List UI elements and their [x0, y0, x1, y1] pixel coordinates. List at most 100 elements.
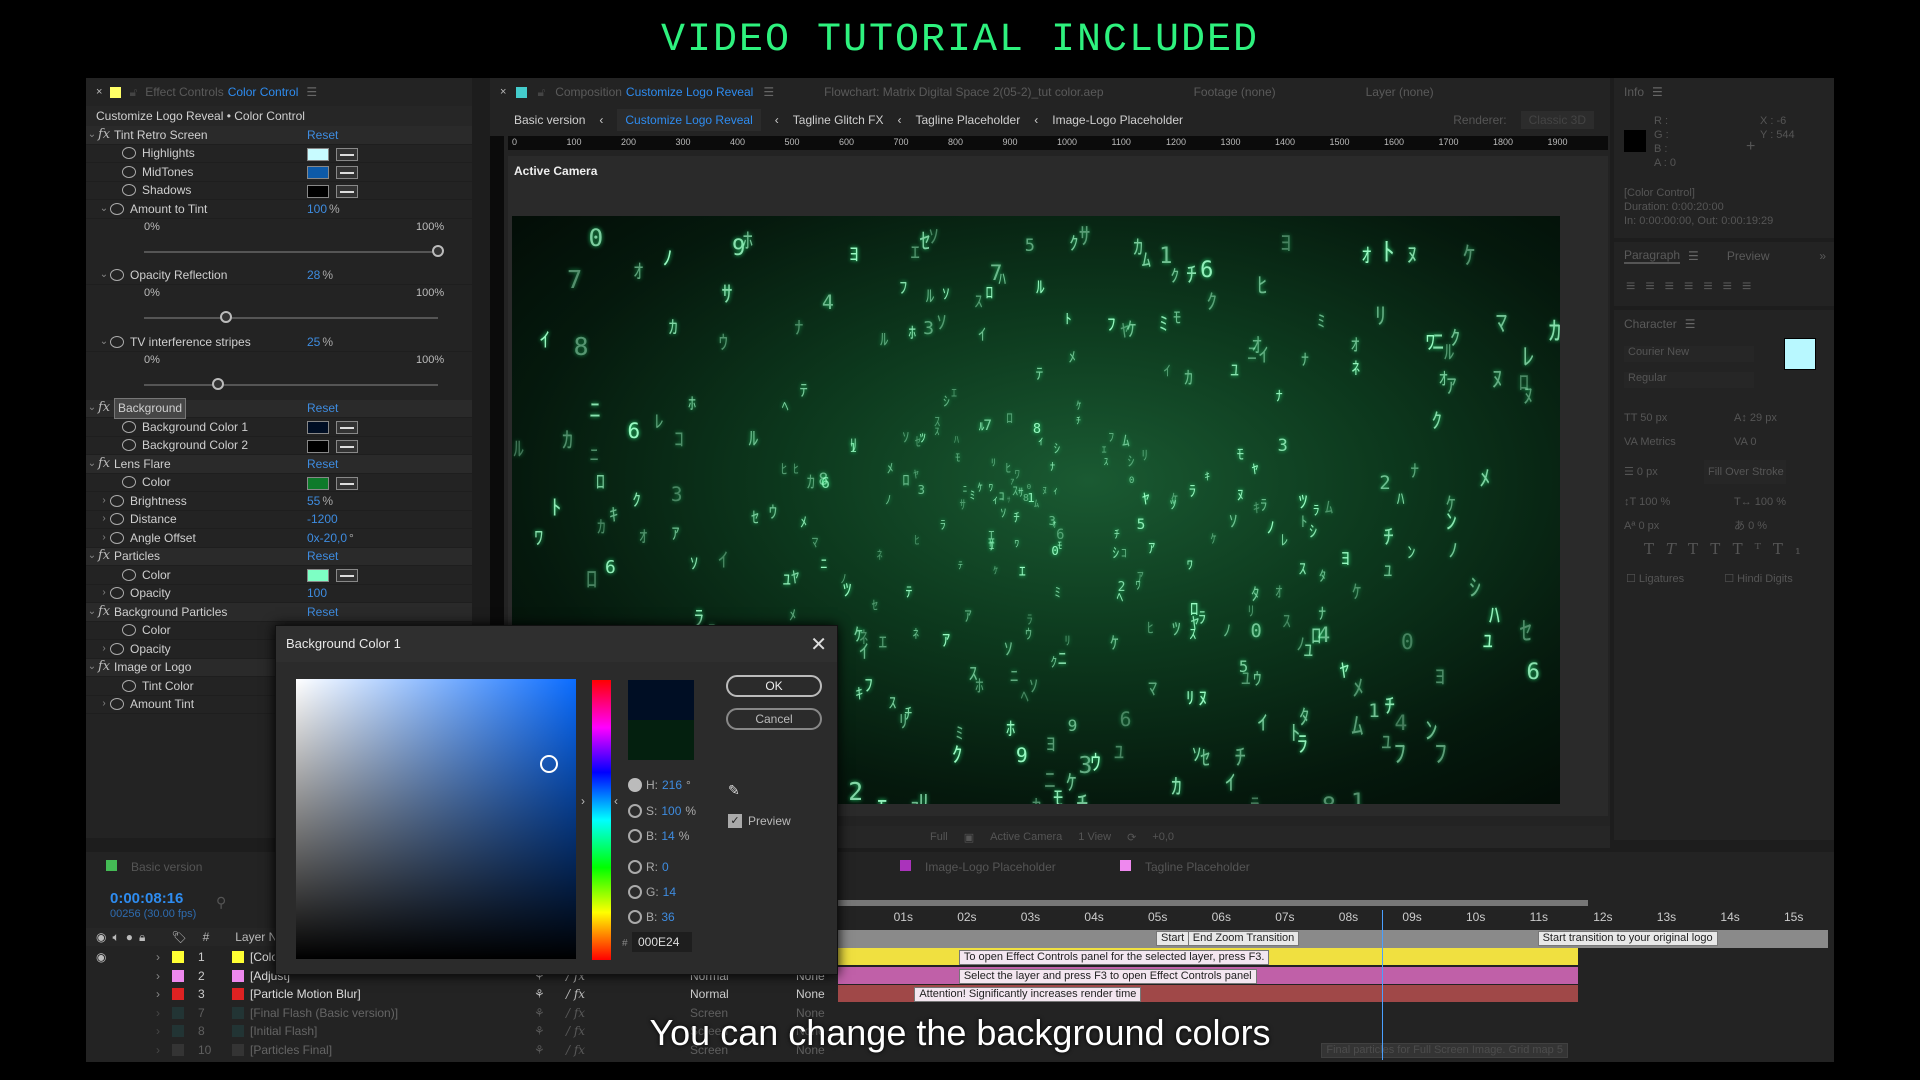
- project-file-tab[interactable]: Flowchart: Matrix Digital Space 2(05-2)_…: [824, 85, 1103, 99]
- close-icon[interactable]: ×: [500, 86, 506, 98]
- current-timecode[interactable]: 0:00:08:16: [110, 890, 183, 907]
- resolution-select[interactable]: Full: [930, 831, 948, 843]
- crumb-image-logo[interactable]: Image-Logo Placeholder: [1052, 113, 1183, 127]
- stopwatch-icon[interactable]: [122, 679, 136, 692]
- stopwatch-icon[interactable]: [122, 476, 136, 489]
- stopwatch-icon[interactable]: [110, 335, 124, 348]
- chevron-right-icon[interactable]: ›: [98, 584, 110, 603]
- comp-marker[interactable]: End Zoom Transition: [1187, 931, 1300, 946]
- font-family-select[interactable]: Courier New: [1624, 346, 1754, 362]
- stopwatch-icon[interactable]: [122, 420, 136, 433]
- fx-icon[interactable]: fx: [98, 658, 114, 677]
- property-value[interactable]: 28%: [307, 266, 333, 285]
- font-size[interactable]: 50 px: [1640, 412, 1667, 424]
- blue-radio[interactable]: [628, 910, 642, 924]
- red-value[interactable]: 0: [662, 860, 669, 874]
- stopwatch-icon[interactable]: [122, 439, 136, 452]
- eyedropper-icon[interactable]: [336, 421, 358, 434]
- stroke-mode-select[interactable]: Fill Over Stroke: [1704, 460, 1786, 484]
- exposure-icon[interactable]: ⟳: [1127, 831, 1136, 844]
- stopwatch-icon[interactable]: [110, 269, 124, 282]
- layer-name[interactable]: [Particle Motion Blur]: [250, 987, 361, 1001]
- property-value[interactable]: 0x-20,0 °: [307, 529, 354, 548]
- chevron-down-icon[interactable]: ⌄: [98, 333, 110, 352]
- lock-icon[interactable]: 🔓︎: [129, 85, 137, 100]
- effect-group[interactable]: ⌄ fx Particles Reset: [86, 547, 472, 566]
- tsume[interactable]: 0 %: [1748, 520, 1767, 532]
- stopwatch-icon[interactable]: [110, 698, 124, 711]
- kerning[interactable]: Metrics: [1640, 436, 1675, 448]
- exposure-value[interactable]: +0,0: [1152, 831, 1174, 843]
- eyedropper-icon[interactable]: [336, 439, 358, 453]
- green-radio[interactable]: [628, 885, 642, 899]
- fx-icon[interactable]: fx: [98, 399, 114, 418]
- hue-value[interactable]: 216: [662, 778, 682, 792]
- stopwatch-icon[interactable]: [122, 147, 136, 160]
- layer-row[interactable]: › 3 [Particle Motion Blur] ⚘ / fx Normal…: [86, 985, 1834, 1003]
- stroke-width[interactable]: 0 px: [1637, 466, 1658, 478]
- effect-group[interactable]: ⌄ fx Background Reset: [86, 398, 472, 419]
- chevron-right-icon[interactable]: ›: [98, 640, 110, 659]
- chevron-down-icon[interactable]: ⌄: [98, 200, 110, 219]
- red-radio[interactable]: [628, 860, 642, 874]
- chevron-down-icon[interactable]: ⌄: [86, 547, 98, 566]
- chevron-right-icon[interactable]: ›: [156, 987, 160, 1001]
- property-value[interactable]: 55%: [307, 492, 333, 511]
- color-swatch[interactable]: [307, 184, 329, 198]
- crumb-tagline-glitch[interactable]: Tagline Glitch FX: [793, 113, 884, 127]
- chevron-right-icon[interactable]: ›: [98, 695, 110, 714]
- property-value[interactable]: -1200: [307, 510, 340, 529]
- eyedropper-icon[interactable]: [336, 569, 358, 582]
- time-ruler[interactable]: 01s 02s 03s 04s 05s 06s 07s 08s 09s 10s 11s 12s 13s 1…: [838, 904, 1828, 928]
- effect-group[interactable]: ⌄ fx Lens Flare Reset: [86, 455, 472, 474]
- fx-icon[interactable]: fx: [98, 603, 114, 622]
- original-color-preview[interactable]: [628, 720, 694, 760]
- slider-track[interactable]: [144, 317, 438, 319]
- eyedropper-icon[interactable]: [336, 184, 358, 198]
- stopwatch-icon[interactable]: [110, 513, 124, 526]
- stopwatch-icon[interactable]: [122, 568, 136, 581]
- eye-icon[interactable]: ◉: [96, 950, 106, 964]
- chevron-right-icon[interactable]: ›: [156, 969, 160, 983]
- fx-icon[interactable]: fx: [98, 126, 114, 145]
- track-matte-select[interactable]: None: [796, 987, 825, 1001]
- hindi-digits-checkbox[interactable]: ☐ Hindi Digits: [1724, 572, 1793, 585]
- fill-color-swatch[interactable]: [1784, 338, 1816, 370]
- green-value[interactable]: 14: [663, 885, 676, 899]
- timeline-comp-tab[interactable]: Image-Logo Placeholder: [900, 860, 1056, 874]
- color-swatch[interactable]: [307, 439, 329, 453]
- panel-menu-icon[interactable]: ☰: [1685, 317, 1696, 331]
- cancel-button[interactable]: Cancel: [726, 708, 822, 730]
- chevron-down-icon[interactable]: ⌄: [98, 266, 110, 285]
- fx-icon[interactable]: fx: [98, 455, 114, 474]
- color-swatch[interactable]: [307, 476, 329, 490]
- region-icon[interactable]: ▣: [964, 831, 974, 844]
- hex-input[interactable]: 000E24: [632, 932, 692, 952]
- footage-tab[interactable]: Footage (none): [1194, 85, 1276, 99]
- work-area-bar[interactable]: [838, 900, 1588, 906]
- stopwatch-icon[interactable]: [122, 184, 136, 197]
- tab-preview[interactable]: Preview: [1727, 249, 1770, 263]
- color-swatch[interactable]: [307, 147, 329, 161]
- saturation-value[interactable]: 100: [661, 804, 681, 818]
- effect-group[interactable]: ⌄ fx Background Particles Reset: [86, 603, 472, 622]
- ok-button[interactable]: OK: [726, 675, 822, 697]
- slider-track[interactable]: [144, 250, 438, 253]
- preview-checkbox[interactable]: ✓: [728, 814, 742, 828]
- eyedropper-icon[interactable]: ✎: [728, 782, 748, 802]
- chevron-right-icon[interactable]: ›: [156, 950, 160, 964]
- chevron-down-icon[interactable]: ⌄: [86, 399, 98, 418]
- font-style-select[interactable]: Regular: [1624, 372, 1754, 388]
- blend-mode-select[interactable]: Normal: [690, 987, 729, 1001]
- hue-arrow-right-icon[interactable]: ›: [581, 794, 585, 808]
- tab-paragraph[interactable]: Paragraph: [1624, 248, 1681, 264]
- slider-track[interactable]: [144, 383, 438, 386]
- stopwatch-icon[interactable]: [110, 642, 124, 655]
- chevron-down-icon[interactable]: ⌄: [86, 658, 98, 677]
- property-value[interactable]: 100: [307, 584, 329, 603]
- chevron-right-icon[interactable]: ›: [98, 529, 110, 548]
- property-slider[interactable]: 0% 100%: [86, 219, 472, 267]
- slider-knob[interactable]: [220, 311, 233, 323]
- baseline-shift[interactable]: 0 px: [1638, 520, 1659, 532]
- vertical-scale[interactable]: 100 %: [1639, 496, 1670, 508]
